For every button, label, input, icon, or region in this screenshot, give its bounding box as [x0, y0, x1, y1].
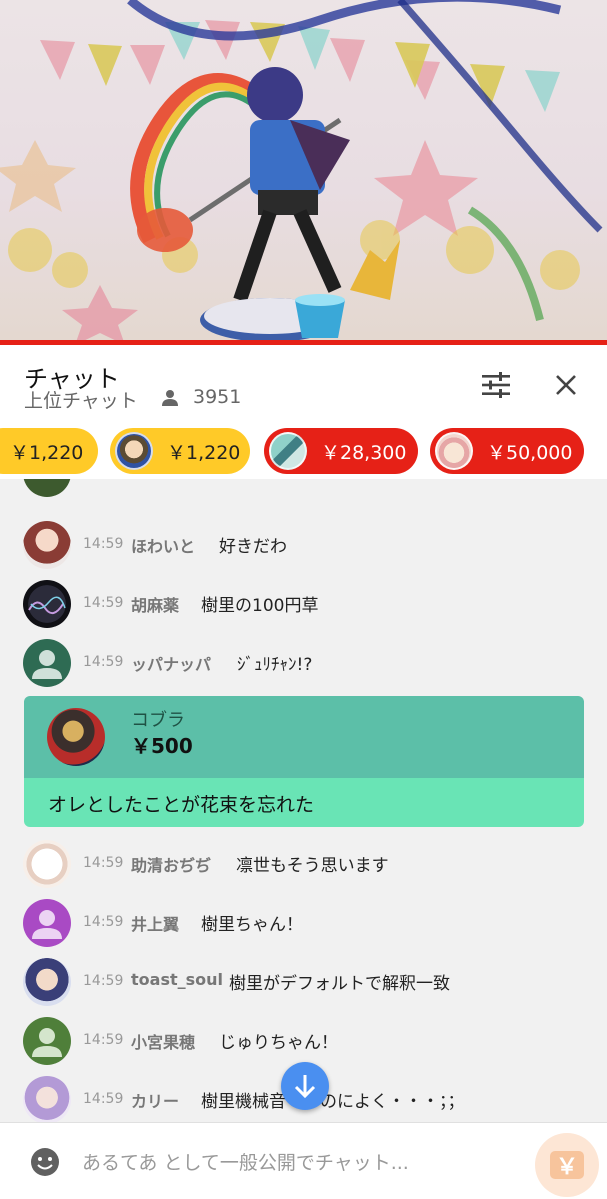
message-author[interactable]: toast_soul [131, 970, 223, 989]
message-author[interactable]: カリー [131, 1088, 179, 1112]
message-author[interactable]: ッパナッパ [131, 651, 211, 675]
list-item: 14:59 井上翼 樹里ちゃん！ [0, 895, 607, 947]
avatar [269, 432, 307, 470]
avatar[interactable] [23, 639, 71, 687]
message-time: 14:59 [83, 1032, 124, 1048]
avatar[interactable] [47, 708, 105, 766]
message-time: 14:59 [83, 536, 124, 552]
chat-header: チャット 上位チャット 3951 [0, 345, 607, 423]
super-chat-amount: ￥500 [131, 734, 193, 758]
super-chat-message: コブラ ￥500 オレとしたことが花束を忘れた [24, 696, 584, 827]
avatar[interactable] [23, 840, 71, 888]
ticker-item[interactable]: ￥1,220 [110, 428, 250, 474]
chat-message-list[interactable]: 14:59 ほわいと 好きだわ 14:59 胡麻薬 樹里の100円草 14:59… [0, 479, 607, 1122]
message-text: ｼﾞｭﾘﾁｬﾝ!? [237, 655, 313, 675]
avatar[interactable] [23, 1017, 71, 1065]
video-frame-image [0, 0, 603, 345]
message-text: 樹里機械音 のによく・・・；； [201, 1092, 465, 1112]
list-item: 14:59 ッパナッパ ｼﾞｭﾘﾁｬﾝ!? [0, 635, 607, 687]
message-time: 14:59 [83, 973, 124, 989]
logo-icon [28, 596, 66, 615]
list-item: 14:59 ほわいと 好きだわ [0, 517, 607, 569]
message-author[interactable]: 助清おぢぢ [131, 852, 211, 876]
list-item: 14:59 助清おぢぢ 凛世もそう思います [0, 836, 607, 888]
video-player[interactable] [0, 0, 607, 345]
message-author[interactable]: 小宮果穂 [131, 1029, 195, 1053]
avatar[interactable] [23, 521, 71, 569]
avatar [115, 432, 153, 470]
chat-input-bar: ￥ [0, 1122, 607, 1199]
super-chat-header: コブラ ￥500 [24, 696, 584, 778]
currency-icon: ￥ [550, 1151, 584, 1180]
ticker-amount: ￥50,000 [487, 441, 573, 464]
chat-input[interactable] [82, 1149, 512, 1177]
ticker-amount: ￥1,220 [10, 441, 84, 464]
list-item: 14:59 toast_soul 樹里がデフォルトで解釈一致 [0, 954, 607, 1006]
message-time: 14:59 [83, 855, 124, 871]
ticker-amount: ￥1,220 [167, 441, 241, 464]
default-avatar-icon [32, 650, 62, 679]
message-text: 凛世もそう思います [236, 856, 389, 876]
filter-settings-button[interactable] [478, 367, 514, 403]
chat-mode-selector[interactable]: 上位チャット [24, 386, 138, 413]
message-time: 14:59 [83, 654, 124, 670]
ticker-amount: ￥28,300 [321, 441, 407, 464]
default-avatar-icon [32, 910, 62, 939]
ticker-item[interactable]: ￥28,300 [264, 428, 418, 474]
message-text: 樹里の100円草 [201, 596, 319, 616]
message-text: じゅりちゃん！ [219, 1033, 338, 1053]
avatar[interactable] [23, 899, 71, 947]
viewer-count: 3951 [193, 386, 242, 408]
super-chat-ticker: ￥1,220 ￥1,220 ￥28,300 ￥50,000 [0, 423, 607, 479]
message-author[interactable]: ほわいと [131, 533, 195, 557]
super-chat-body: オレとしたことが花束を忘れた [24, 778, 584, 827]
avatar[interactable] [23, 1076, 71, 1122]
emoji-icon[interactable] [30, 1147, 60, 1177]
super-chat-text: オレとしたことが花束を忘れた [48, 794, 315, 816]
message-text: 好きだわ [219, 537, 287, 557]
message-time: 14:59 [83, 1091, 124, 1107]
close-chat-button[interactable] [548, 367, 584, 403]
close-icon [556, 375, 576, 395]
super-chat-button[interactable]: ￥ [535, 1133, 599, 1197]
avatar [435, 432, 473, 470]
ticker-item[interactable]: ￥50,000 [430, 428, 584, 474]
avatar [23, 479, 71, 497]
message-author[interactable]: 胡麻薬 [131, 592, 179, 616]
message-time: 14:59 [83, 595, 124, 611]
avatar[interactable] [23, 958, 71, 1006]
message-text: 樹里がデフォルトで解釈一致 [229, 974, 450, 994]
list-item [0, 479, 607, 497]
sliders-icon [482, 372, 510, 398]
message-author[interactable]: 井上翼 [131, 911, 179, 935]
scroll-to-latest-button[interactable] [281, 1062, 329, 1110]
message-time: 14:59 [83, 914, 124, 930]
message-text: 樹里ちゃん！ [201, 915, 303, 935]
super-chat-author[interactable]: コブラ [131, 706, 185, 732]
person-icon [162, 390, 178, 406]
ticker-item[interactable]: ￥1,220 [0, 428, 98, 474]
default-avatar-icon [32, 1028, 62, 1057]
list-item: 14:59 小宮果穂 じゅりちゃん！ [0, 1013, 607, 1065]
arrow-down-icon [294, 1075, 316, 1099]
avatar[interactable] [23, 580, 71, 628]
list-item: 14:59 胡麻薬 樹里の100円草 [0, 576, 607, 628]
